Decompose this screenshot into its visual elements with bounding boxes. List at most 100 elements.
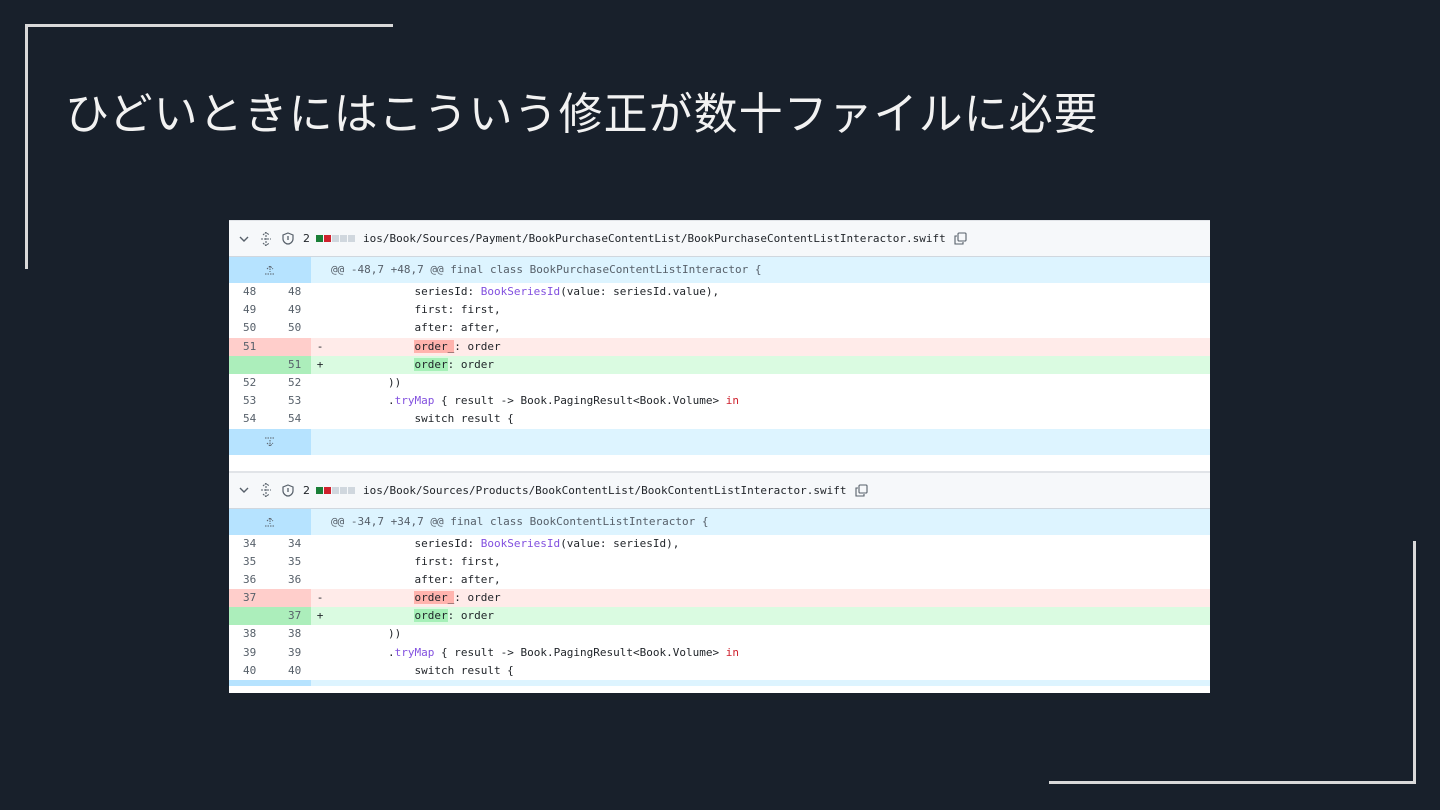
diff-sign — [311, 301, 329, 319]
code-segment: { result -> Book.PagingResult<Book.Volum… — [434, 394, 726, 408]
change-count: 2 — [303, 483, 310, 497]
diff-sign — [311, 319, 329, 337]
code-function: tryMap — [394, 394, 435, 408]
chevron-down-icon[interactable] — [237, 232, 251, 246]
expand-icon[interactable] — [259, 231, 273, 246]
diff-line: 35 35 first: first, — [229, 553, 1210, 571]
code-keyword: in — [725, 394, 740, 408]
diff-line: 48 48 seriesId: BookSeriesId(value: serie… — [229, 283, 1210, 301]
diff-line: 38 38 )) — [229, 625, 1210, 643]
old-line-number: 49 — [243, 303, 257, 317]
code-highlight: order_ — [414, 339, 455, 353]
old-line-number: 53 — [243, 394, 257, 408]
code-text: first: first, — [329, 553, 1210, 571]
diff-sign — [311, 392, 329, 410]
new-line-number: 37 — [270, 607, 311, 626]
code-segment: { result -> Book.PagingResult<Book.Volum… — [434, 645, 726, 659]
old-line-number: 40 — [243, 663, 257, 677]
copy-icon[interactable] — [954, 232, 968, 246]
code-text: .tryMap { result -> Book.PagingResult<Bo… — [329, 644, 1210, 662]
code-text: order_: order — [329, 338, 1210, 356]
new-line-number — [270, 337, 311, 356]
diff-sign — [311, 410, 329, 428]
shield-icon[interactable] — [281, 483, 295, 497]
code-text: after: after, — [329, 319, 1210, 337]
diff-sign: + — [316, 609, 324, 623]
diff-sign: - — [316, 591, 324, 605]
diff-line: 51 - order_: order — [229, 337, 1210, 356]
old-line-number: 37 — [229, 589, 270, 608]
frame-line-right — [1413, 541, 1416, 784]
diff-line: 54 54 switch result { — [229, 410, 1210, 428]
diff-lines: 48 48 seriesId: BookSeriesId(value: serie… — [229, 283, 1210, 429]
new-line-number: 54 — [288, 412, 302, 426]
code-segment: after: after, — [335, 321, 501, 335]
hunk-footer — [229, 680, 1210, 686]
chevron-down-icon[interactable] — [237, 483, 251, 497]
file-path[interactable]: ios/Book/Sources/Payment/BookPurchaseCon… — [363, 232, 946, 245]
code-segment: after: after, — [335, 572, 501, 586]
code-segment: : order — [454, 339, 501, 353]
frame-line-bottom — [1049, 781, 1416, 784]
diff-file-2: 2 ios/Book/Sources/Products/BookContentL… — [229, 471, 1210, 686]
frame-line-top — [25, 24, 393, 27]
code-segment: seriesId: — [335, 285, 481, 298]
diff-line: 51 + order: order — [229, 355, 1210, 374]
diff-line: 50 50 after: after, — [229, 319, 1210, 337]
frame-line-left — [25, 24, 28, 269]
old-line-number — [229, 355, 270, 374]
diff-sign — [311, 283, 329, 301]
code-segment: )) — [335, 627, 402, 641]
file-gap — [229, 454, 1210, 472]
diff-line: 49 49 first: first, — [229, 301, 1210, 319]
old-line-number: 52 — [243, 375, 257, 389]
code-segment: )) — [335, 375, 402, 389]
diff-file-1: 2 ios/Book/Sources/Payment/BookPurchaseC… — [229, 220, 1210, 472]
new-line-number: 38 — [288, 627, 302, 641]
diff-sign — [311, 644, 329, 662]
code-keyword: in — [725, 645, 740, 659]
expand-up-icon[interactable] — [229, 508, 311, 535]
copy-icon[interactable] — [854, 483, 868, 497]
shield-icon[interactable] — [281, 232, 295, 246]
diff-line: 52 52 )) — [229, 374, 1210, 392]
diff-line: 39 39 .tryMap { result -> Book.PagingResu… — [229, 644, 1210, 662]
code-highlight: order_ — [414, 591, 455, 605]
diff-lines: 34 34 seriesId: BookSeriesId(value: serie… — [229, 535, 1210, 681]
code-text: order_: order — [329, 589, 1210, 607]
hunk-header: @@ -34,7 +34,7 @@ final class BookConten… — [229, 508, 1210, 535]
diff-sign — [311, 625, 329, 643]
expand-down-icon[interactable] — [229, 428, 311, 455]
diff-sign: + — [316, 357, 324, 371]
expand-icon[interactable] — [259, 483, 273, 497]
code-segment: : order — [454, 591, 501, 605]
code-function: tryMap — [394, 645, 435, 659]
code-text: switch result { — [329, 662, 1210, 680]
new-line-number: 52 — [288, 375, 302, 389]
code-text: order: order — [329, 356, 1210, 374]
diff-sign — [311, 535, 329, 553]
new-line-number: 36 — [288, 572, 302, 586]
old-line-number: 34 — [243, 536, 257, 550]
diff-screenshot: 2 ios/Book/Sources/Payment/BookPurchaseC… — [229, 220, 1210, 693]
file-header: 2 ios/Book/Sources/Products/BookContentL… — [229, 471, 1210, 509]
diff-line: 37 + order: order — [229, 607, 1210, 626]
file-path[interactable]: ios/Book/Sources/Products/BookContentLis… — [363, 484, 846, 497]
diff-line: 34 34 seriesId: BookSeriesId(value: serie… — [229, 535, 1210, 553]
old-line-number: 39 — [243, 645, 257, 659]
old-line-number: 35 — [243, 554, 257, 568]
code-segment: (value: seriesId.value), — [560, 285, 720, 298]
code-segment: switch result { — [335, 663, 514, 677]
diff-sign — [311, 374, 329, 392]
new-line-number: 50 — [288, 321, 302, 335]
new-line-number: 49 — [288, 303, 302, 317]
expand-up-icon[interactable] — [229, 257, 311, 283]
diff-line: 40 40 switch result { — [229, 662, 1210, 680]
code-segment: switch result { — [335, 412, 514, 426]
hunk-footer — [229, 428, 1210, 455]
hunk-text: @@ -48,7 +48,7 @@ final class BookPurcha… — [331, 263, 762, 276]
old-line-number: 50 — [243, 321, 257, 335]
code-text: )) — [329, 625, 1210, 643]
